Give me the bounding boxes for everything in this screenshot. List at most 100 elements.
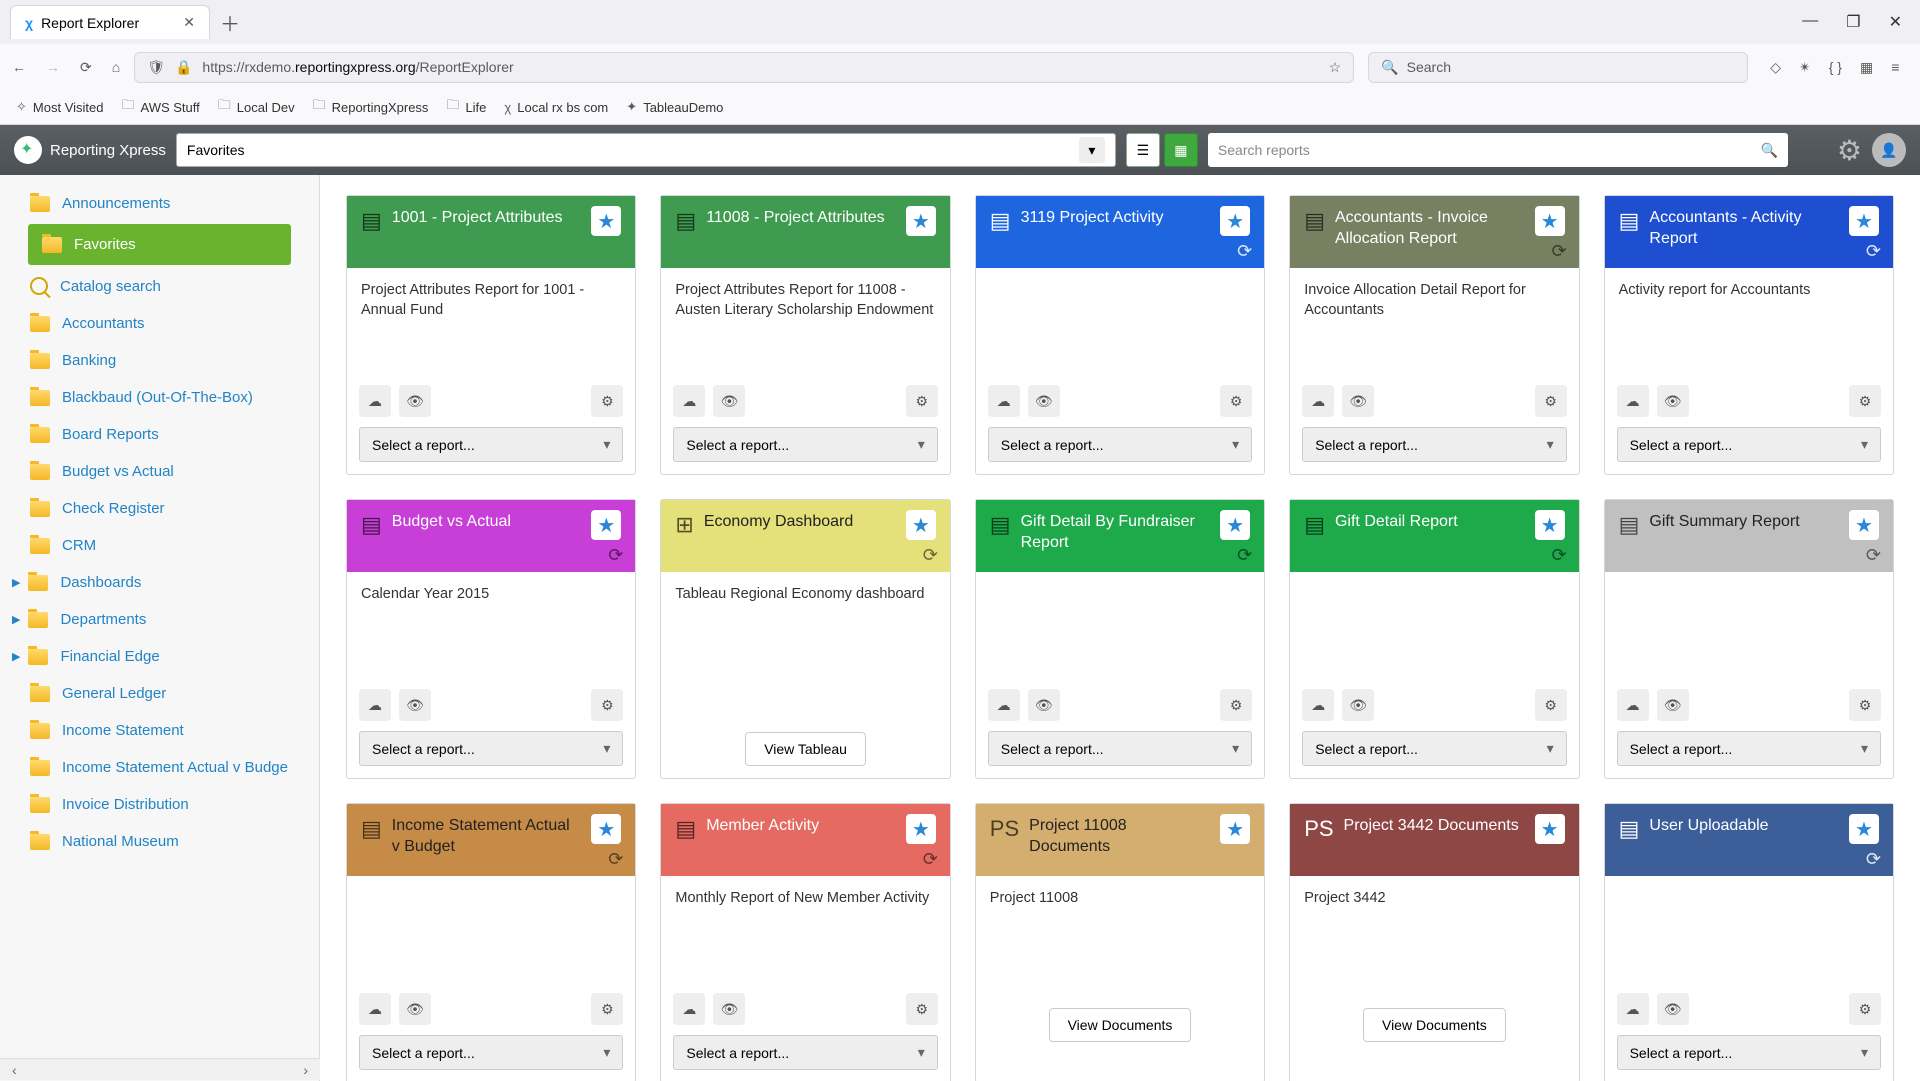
sidebar-item[interactable]: Accountants — [0, 305, 319, 342]
view-documents-button[interactable]: View Documents — [1363, 1008, 1506, 1042]
avatar[interactable]: 👤 — [1872, 133, 1906, 167]
view-documents-button[interactable]: View Documents — [1049, 1008, 1192, 1042]
devtools-icon[interactable]: { } — [1829, 59, 1842, 75]
report-select-dropdown[interactable]: Select a report...▾ — [988, 427, 1252, 462]
gear-icon[interactable]: ⚙ — [1220, 385, 1252, 417]
view-tableau-button[interactable]: View Tableau — [745, 732, 866, 766]
sidebar-item[interactable]: ▶Departments — [0, 601, 319, 638]
search-reports-input[interactable]: Search reports 🔍 — [1208, 133, 1788, 167]
sidebar-item[interactable]: Banking — [0, 342, 319, 379]
favorite-star-icon[interactable]: ★ — [1849, 814, 1879, 844]
home-icon[interactable]: ⌂ — [112, 59, 120, 75]
favorite-star-icon[interactable]: ★ — [1535, 206, 1565, 236]
scroll-left-icon[interactable]: ‹ — [12, 1062, 17, 1078]
preview-icon[interactable]: 👁 — [399, 993, 431, 1025]
gear-icon[interactable]: ⚙ — [1535, 689, 1567, 721]
report-select-dropdown[interactable]: Select a report...▾ — [673, 1035, 937, 1070]
favorite-star-icon[interactable]: ★ — [1220, 814, 1250, 844]
bookmark-item[interactable]: 🗀ReportingXpress — [313, 96, 429, 118]
sidebar-item[interactable]: Budget vs Actual — [0, 453, 319, 490]
gear-icon[interactable]: ⚙ — [591, 993, 623, 1025]
url-bar[interactable]: 🛡 🔒 https://rxdemo.reportingxpress.org/R… — [134, 52, 1354, 83]
sidebar-item[interactable]: Income Statement Actual v Budge — [0, 749, 319, 786]
download-icon[interactable]: ☁ — [673, 993, 705, 1025]
gear-icon[interactable]: ⚙ — [906, 993, 938, 1025]
shield-icon[interactable]: 🛡 — [147, 59, 165, 76]
bookmark-item[interactable]: ✧Most Visited — [16, 99, 103, 115]
favorite-star-icon[interactable]: ★ — [906, 814, 936, 844]
bookmark-item[interactable]: 🗀Local Dev — [218, 96, 295, 118]
report-select-dropdown[interactable]: Select a report...▾ — [1302, 427, 1566, 462]
preview-icon[interactable]: 👁 — [1028, 385, 1060, 417]
favorite-star-icon[interactable]: ★ — [906, 206, 936, 236]
report-select-dropdown[interactable]: Select a report...▾ — [988, 731, 1252, 766]
download-icon[interactable]: ☁ — [359, 993, 391, 1025]
sidebar-icon[interactable]: ▦ — [1860, 59, 1873, 76]
sidebar-item[interactable]: ▶Financial Edge — [0, 638, 319, 675]
list-view-button[interactable]: ☰ — [1126, 133, 1160, 167]
sidebar-item[interactable]: Check Register — [0, 490, 319, 527]
preview-icon[interactable]: 👁 — [1028, 689, 1060, 721]
download-icon[interactable]: ☁ — [359, 385, 391, 417]
report-select-dropdown[interactable]: Select a report...▾ — [359, 731, 623, 766]
favorite-star-icon[interactable]: ★ — [1849, 510, 1879, 540]
minimize-icon[interactable]: — — [1802, 12, 1818, 32]
preview-icon[interactable]: 👁 — [1342, 385, 1374, 417]
sidebar-scrollbar[interactable]: ‹ › — [0, 1058, 320, 1080]
download-icon[interactable]: ☁ — [1302, 689, 1334, 721]
sidebar-item[interactable]: General Ledger — [0, 675, 319, 712]
sidebar-item[interactable]: Income Statement — [0, 712, 319, 749]
back-icon[interactable]: ← — [12, 59, 26, 75]
gear-icon[interactable]: ⚙ — [1535, 385, 1567, 417]
grid-view-button[interactable]: ▦ — [1164, 133, 1198, 167]
download-icon[interactable]: ☁ — [1617, 385, 1649, 417]
bookmark-item[interactable]: 🗀Life — [446, 96, 486, 118]
report-select-dropdown[interactable]: Select a report...▾ — [673, 427, 937, 462]
bookmark-item[interactable]: ✦TableauDemo — [626, 99, 723, 115]
preview-icon[interactable]: 👁 — [399, 689, 431, 721]
preview-icon[interactable]: 👁 — [399, 385, 431, 417]
pocket-icon[interactable]: ◇ — [1770, 59, 1781, 76]
favorite-star-icon[interactable]: ★ — [591, 814, 621, 844]
preview-icon[interactable]: 👁 — [713, 993, 745, 1025]
preview-icon[interactable]: 👁 — [713, 385, 745, 417]
gear-icon[interactable]: ⚙ — [591, 385, 623, 417]
gear-icon[interactable]: ⚙ — [1849, 993, 1881, 1025]
gear-icon[interactable]: ⚙ — [1849, 689, 1881, 721]
sidebar[interactable]: AnnouncementsFavoritesCatalog searchAcco… — [0, 175, 320, 1081]
gear-icon[interactable]: ⚙ — [1849, 385, 1881, 417]
download-icon[interactable]: ☁ — [359, 689, 391, 721]
bookmark-item[interactable]: 🗀AWS Stuff — [121, 96, 199, 118]
preview-icon[interactable]: 👁 — [1657, 385, 1689, 417]
download-icon[interactable]: ☁ — [988, 385, 1020, 417]
download-icon[interactable]: ☁ — [988, 689, 1020, 721]
gear-icon[interactable]: ⚙ — [591, 689, 623, 721]
new-tab-button[interactable]: ＋ — [220, 8, 240, 37]
sidebar-item[interactable]: National Museum — [0, 823, 319, 860]
favorite-star-icon[interactable]: ★ — [1849, 206, 1879, 236]
bookmark-item[interactable]: χLocal rx bs com — [504, 100, 608, 115]
report-select-dropdown[interactable]: Select a report...▾ — [1617, 731, 1881, 766]
brand[interactable]: Reporting Xpress — [14, 136, 166, 164]
favorite-star-icon[interactable]: ★ — [591, 510, 621, 540]
favorite-star-icon[interactable]: ★ — [906, 510, 936, 540]
sidebar-item[interactable]: ▶Dashboards — [0, 564, 319, 601]
download-icon[interactable]: ☁ — [673, 385, 705, 417]
favorite-star-icon[interactable]: ★ — [1535, 510, 1565, 540]
gear-icon[interactable]: ⚙ — [1220, 689, 1252, 721]
sidebar-item[interactable]: Blackbaud (Out-Of-The-Box) — [0, 379, 319, 416]
preview-icon[interactable]: 👁 — [1342, 689, 1374, 721]
browser-tab[interactable]: χ Report Explorer ✕ — [10, 5, 210, 39]
report-select-dropdown[interactable]: Select a report...▾ — [1302, 731, 1566, 766]
report-select-dropdown[interactable]: Select a report...▾ — [359, 427, 623, 462]
sidebar-item[interactable]: CRM — [0, 527, 319, 564]
favorite-star-icon[interactable]: ★ — [1535, 814, 1565, 844]
download-icon[interactable]: ☁ — [1617, 993, 1649, 1025]
scroll-right-icon[interactable]: › — [303, 1062, 308, 1078]
forward-icon[interactable]: → — [46, 59, 60, 75]
menu-icon[interactable]: ≡ — [1891, 59, 1899, 75]
close-window-icon[interactable]: ✕ — [1889, 12, 1902, 32]
extension-icon[interactable]: ✴ — [1799, 59, 1811, 76]
sidebar-item[interactable]: Catalog search — [0, 267, 319, 305]
grid-area[interactable]: ▤1001 - Project Attributes★Project Attri… — [320, 175, 1920, 1081]
